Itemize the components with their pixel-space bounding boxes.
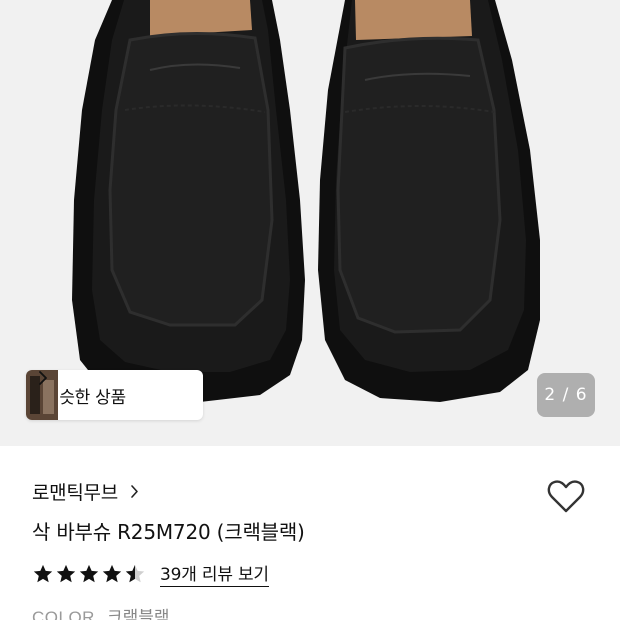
pager-text: 2 / 6 <box>544 385 588 405</box>
brand-link[interactable]: 로맨틱무브 <box>32 478 139 505</box>
color-value: 크랙블랙 <box>106 608 170 620</box>
star-icon <box>33 564 53 582</box>
chevron-right-icon <box>131 485 138 498</box>
product-image-carousel[interactable]: 비슷한 상품 2 / 6 <box>0 0 620 446</box>
star-icon <box>102 564 122 582</box>
brand-name: 로맨틱무브 <box>32 482 118 504</box>
similar-products-button[interactable]: 비슷한 상품 <box>26 370 203 420</box>
right-shoe-image <box>318 0 540 402</box>
chevron-right-icon <box>39 371 47 385</box>
star-icon <box>56 564 76 582</box>
color-label: COLOR <box>32 608 95 620</box>
review-link[interactable]: 39개 리뷰 보기 <box>160 560 269 587</box>
rating-row: 39개 리뷰 보기 <box>32 560 269 587</box>
star-rating <box>32 563 146 585</box>
heart-outline-icon[interactable] <box>546 477 586 515</box>
color-option-row: COLOR 크랙블랙 <box>32 603 170 620</box>
star-icon <box>79 564 99 582</box>
image-pager-indicator: 2 / 6 <box>537 373 595 417</box>
star-half-icon <box>125 564 145 582</box>
left-shoe-image <box>72 0 305 402</box>
product-title: 삭 바부슈 R25M720 (크랙블랙) <box>32 520 305 544</box>
